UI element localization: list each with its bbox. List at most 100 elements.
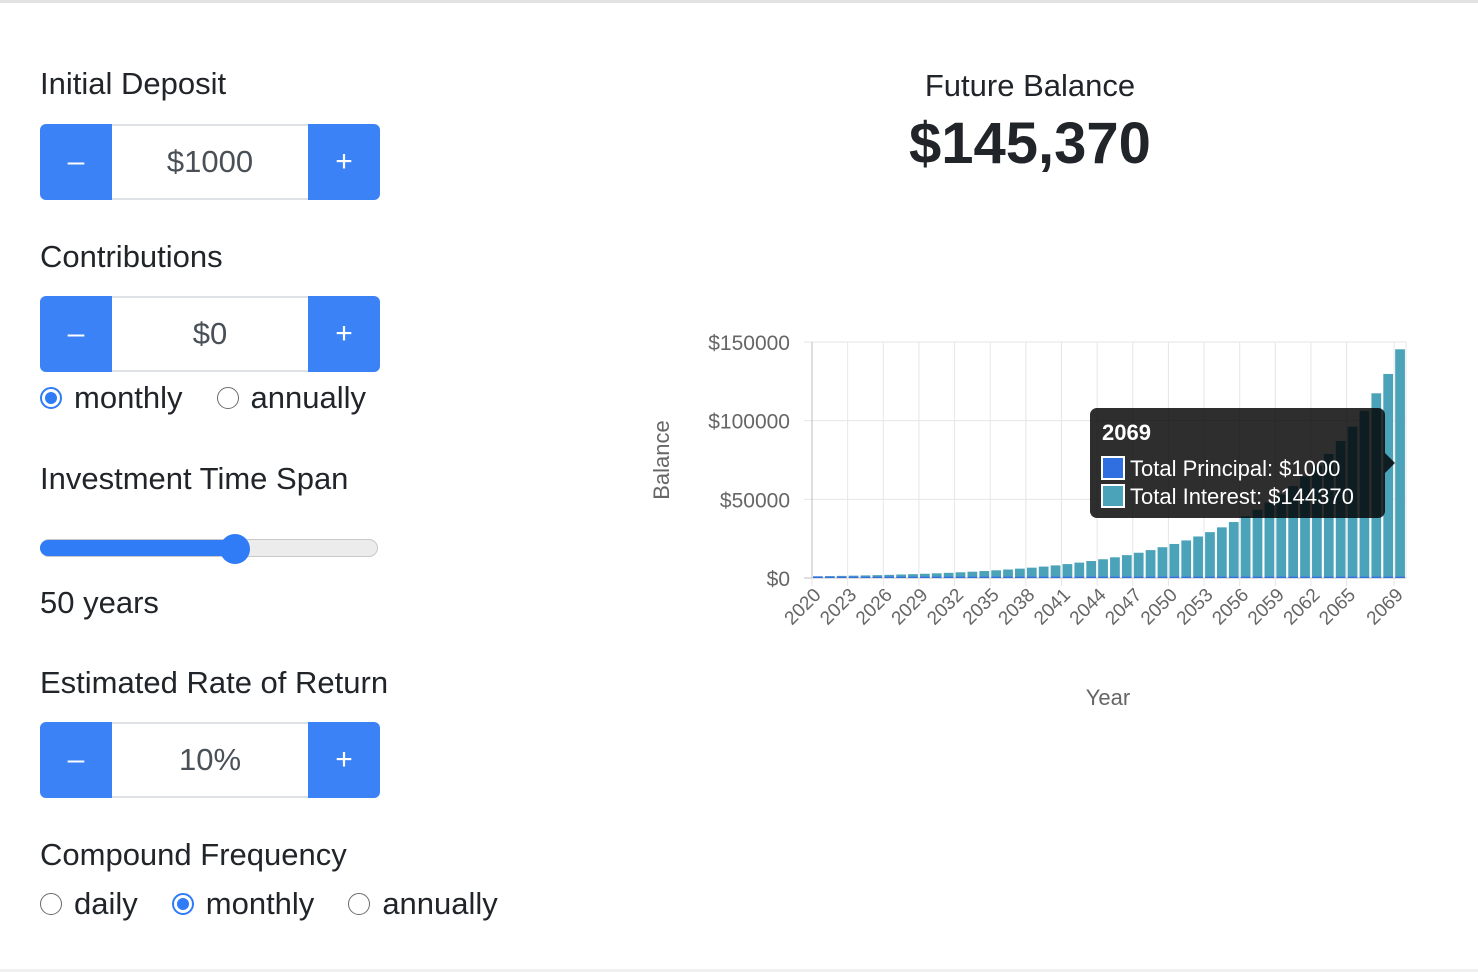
- bar-principal: [1240, 576, 1251, 578]
- bar-principal: [1038, 576, 1049, 578]
- x-tick-label: 2050: [1137, 585, 1182, 630]
- x-tick-label: 2038: [995, 585, 1040, 630]
- bar-principal: [1359, 576, 1370, 578]
- contributions-decrement-button[interactable]: –: [40, 296, 112, 372]
- contributions-stepper: – $0 +: [40, 296, 380, 372]
- rate-decrement-button[interactable]: –: [40, 722, 112, 798]
- bar-interest: [1003, 569, 1013, 577]
- bar-principal: [1133, 576, 1144, 578]
- bar-principal: [919, 576, 930, 578]
- bar-principal: [991, 576, 1002, 578]
- initial-deposit-stepper: – $1000 +: [40, 124, 380, 200]
- x-tick-label: 2059: [1244, 585, 1289, 630]
- bar-principal: [1110, 576, 1120, 578]
- radio-selected-icon[interactable]: [171, 893, 194, 915]
- contribution-frequency-monthly-radio[interactable]: monthly: [40, 380, 183, 416]
- slider-thumb[interactable]: [220, 534, 251, 564]
- initial-deposit-decrement-button[interactable]: –: [40, 124, 112, 200]
- compound-frequency-monthly-radio[interactable]: monthly: [171, 886, 315, 922]
- time-span-slider[interactable]: [40, 534, 378, 564]
- initial-deposit-increment-button[interactable]: +: [308, 124, 380, 200]
- bar-principal: [943, 576, 954, 578]
- bar-principal: [1371, 576, 1382, 578]
- x-tick-label: 2056: [1208, 585, 1253, 630]
- tooltip-line: Total Principal: $1000: [1130, 456, 1340, 481]
- bar-principal: [1015, 576, 1025, 578]
- bar-principal: [872, 576, 883, 578]
- time-span-label: Investment Time Span: [40, 461, 349, 496]
- initial-deposit-label: Initial Deposit: [40, 66, 227, 101]
- bar-principal: [896, 576, 906, 578]
- radio-label: monthly: [205, 886, 315, 921]
- bar-interest: [1216, 527, 1227, 577]
- bar-interest: [1026, 567, 1037, 577]
- bar-principal: [1264, 576, 1275, 578]
- bar-interest: [1015, 568, 1025, 577]
- x-tick-label: 2020: [781, 585, 826, 630]
- bar-principal: [1086, 576, 1097, 578]
- bar-principal: [1098, 576, 1108, 578]
- compound-frequency-daily-radio[interactable]: daily: [40, 886, 138, 922]
- bar-principal: [860, 576, 871, 578]
- bar-principal: [1252, 576, 1263, 578]
- balance-bar-chart[interactable]: $0$50000$100000$150000202020232026202920…: [640, 320, 1440, 720]
- bar-interest: [1133, 552, 1144, 577]
- bar-principal: [1395, 576, 1405, 578]
- bar-interest: [931, 573, 942, 577]
- bar-principal: [955, 576, 966, 578]
- contribution-frequency-annually-radio[interactable]: annually: [216, 380, 366, 416]
- radio-unselected-icon[interactable]: [216, 387, 239, 409]
- rate-of-return-label: Estimated Rate of Return: [40, 665, 389, 700]
- bar-interest: [1169, 543, 1180, 577]
- bar-interest: [896, 574, 906, 577]
- bar-principal: [1062, 576, 1073, 578]
- x-tick-label: 2023: [816, 585, 861, 630]
- initial-deposit-input[interactable]: $1000: [112, 124, 308, 200]
- bar-interest: [1157, 547, 1168, 577]
- bar-principal: [1383, 576, 1394, 578]
- radio-unselected-icon[interactable]: [40, 893, 62, 915]
- y-tick-label: $100000: [708, 411, 790, 434]
- slider-fill: [40, 540, 236, 556]
- y-axis-title: Balance: [649, 420, 674, 500]
- x-tick-label: 2053: [1173, 585, 1218, 630]
- x-tick-label: 2041: [1030, 585, 1075, 630]
- bar-principal: [1181, 576, 1192, 578]
- bar-principal: [967, 576, 978, 578]
- radio-unselected-icon[interactable]: [348, 893, 371, 915]
- radio-selected-icon[interactable]: [40, 387, 62, 409]
- bar-interest: [1240, 516, 1251, 577]
- bar-interest: [1086, 561, 1097, 577]
- radio-label: annually: [382, 886, 498, 921]
- bar-interest: [955, 572, 966, 577]
- bar-principal: [908, 576, 918, 578]
- bar-interest: [991, 570, 1002, 577]
- bar-interest: [1252, 509, 1263, 577]
- bar-principal: [1312, 576, 1322, 578]
- rate-of-return-stepper: – 10% +: [40, 722, 380, 798]
- x-tick-label: 2035: [959, 585, 1004, 630]
- radio-label: monthly: [74, 380, 183, 415]
- bar-principal: [836, 576, 847, 578]
- x-tick-label: 2044: [1066, 584, 1111, 629]
- x-tick-label: 2026: [852, 585, 897, 630]
- bar-principal: [1003, 576, 1013, 578]
- bar-principal: [979, 576, 990, 578]
- rate-input[interactable]: 10%: [112, 722, 308, 798]
- bar-interest: [1074, 562, 1085, 577]
- future-balance-value: $145,370: [909, 111, 1151, 176]
- bar-interest: [908, 574, 918, 577]
- bar-principal: [931, 576, 942, 578]
- rate-increment-button[interactable]: +: [308, 722, 380, 798]
- compound-frequency-label: Compound Frequency: [40, 837, 347, 872]
- contributions-increment-button[interactable]: +: [308, 296, 380, 372]
- compound-frequency-annually-radio[interactable]: annually: [348, 886, 498, 922]
- bar-interest: [1395, 349, 1405, 577]
- bar-interest: [919, 573, 930, 577]
- contributions-input[interactable]: $0: [112, 296, 308, 372]
- bar-principal: [1347, 576, 1358, 578]
- bar-interest: [860, 575, 871, 577]
- bar-interest: [1193, 536, 1203, 577]
- bar-interest: [1062, 564, 1073, 577]
- x-tick-label: 2065: [1315, 585, 1360, 630]
